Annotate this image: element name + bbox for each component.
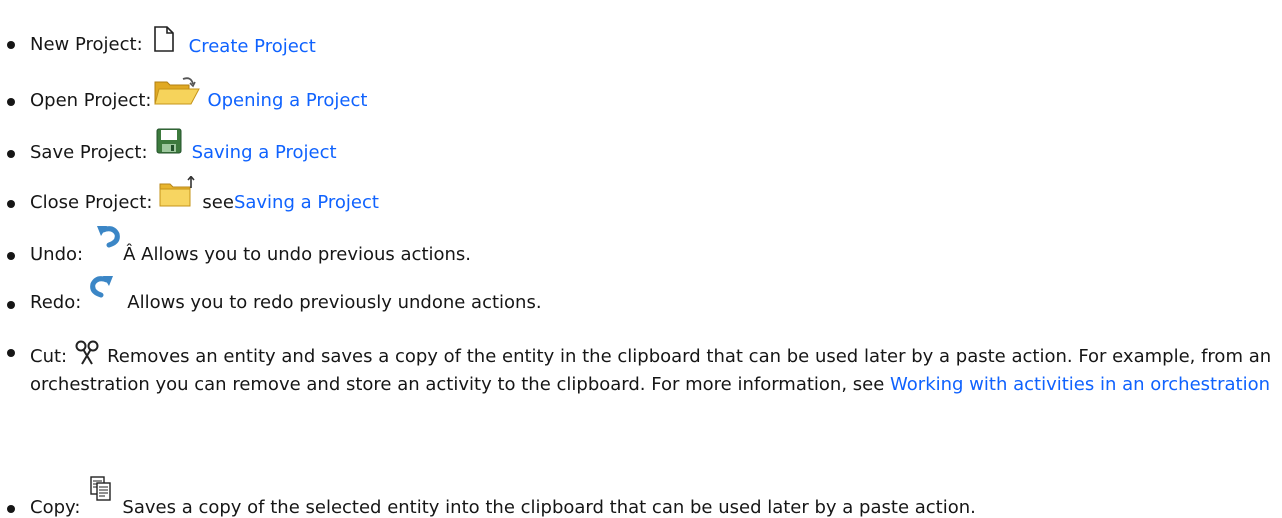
list-item-redo: Redo: Allows you to redo previously undo… (0, 260, 1282, 313)
bullet (7, 41, 15, 49)
undo-arrow-icon (95, 224, 121, 248)
redo-arrow-icon (89, 274, 115, 298)
copy-description: Saves a copy of the selected entity into… (122, 497, 976, 518)
item-label: New Project: (30, 34, 143, 55)
close-folder-icon (158, 176, 196, 208)
list-item-undo: Undo: Â Allows you to undo previous acti… (0, 210, 1282, 265)
bullet (7, 200, 15, 208)
bullet (7, 252, 15, 260)
bullet (7, 150, 15, 158)
open-folder-icon (153, 76, 201, 106)
bullet (7, 505, 15, 513)
working-with-activities-link[interactable]: Working with activities in an orchestrat… (890, 374, 1270, 395)
item-label: Copy: (30, 497, 81, 518)
list-item-open-project: Open Project: Opening a Project (0, 56, 1282, 111)
create-project-link[interactable]: Create Project (189, 36, 316, 57)
bullet (7, 349, 15, 357)
new-document-icon (153, 26, 175, 52)
save-floppy-icon (156, 128, 182, 154)
list-item-save-project: Save Project: Saving a Project (0, 108, 1282, 163)
item-label: Cut: (30, 346, 68, 367)
list-item-copy: Copy: Saves a copy of the selected entit… (0, 464, 1282, 518)
list-item-new-project: New Project: Create Project (0, 0, 1282, 57)
list-item-close-project: Close Project: see Saving a Project (0, 160, 1282, 213)
bullet (7, 98, 15, 106)
copy-icon (90, 476, 112, 502)
list-item-cut: Cut: Removes an entity and saves a copy … (0, 306, 1282, 464)
scissors-icon (75, 338, 99, 366)
